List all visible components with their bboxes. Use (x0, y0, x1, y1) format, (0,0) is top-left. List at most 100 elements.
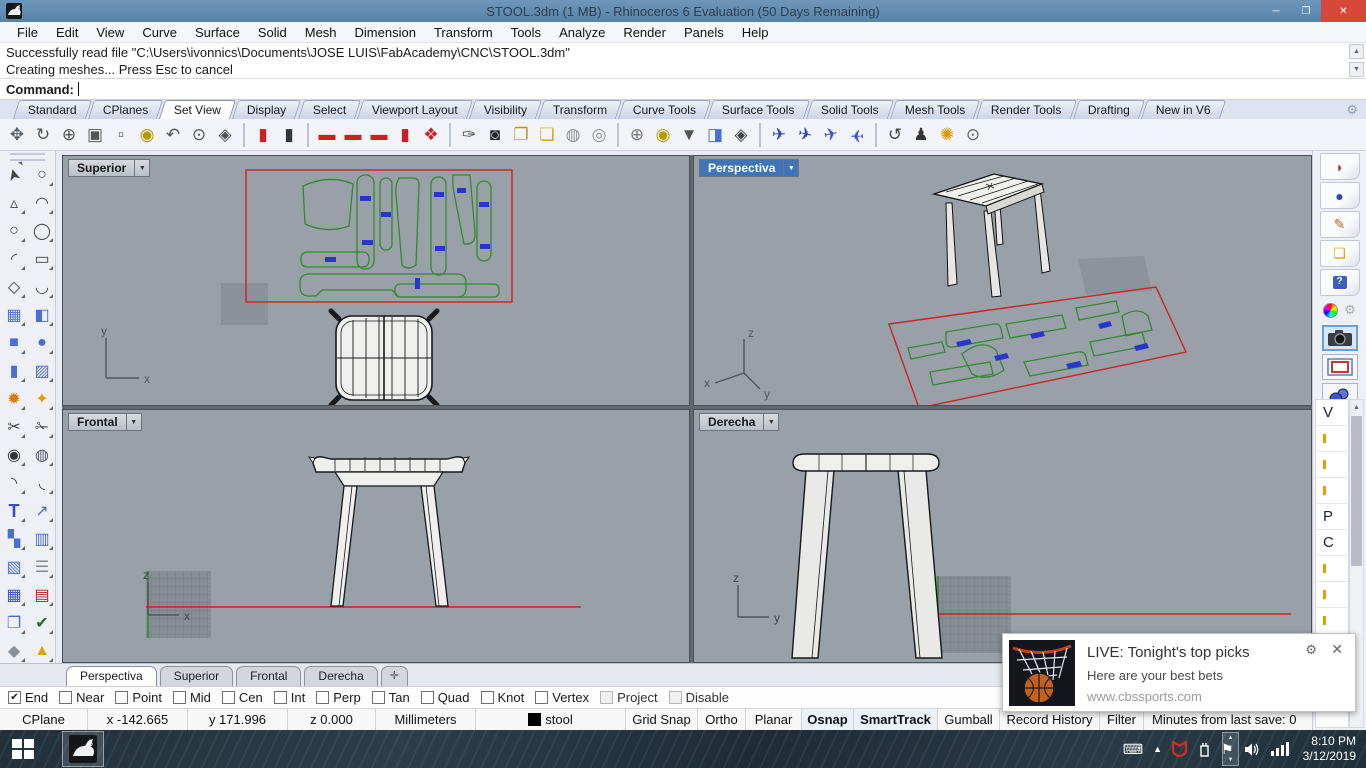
sphere-tool-icon[interactable]: ● (28, 329, 56, 357)
extrude-straight-icon[interactable]: ☰ (28, 553, 56, 581)
scroll-up-icon[interactable]: ▲ (1350, 400, 1363, 415)
checkbox-box[interactable] (8, 691, 21, 704)
wallpaper-button[interactable] (1321, 354, 1358, 380)
basketball-image[interactable] (1009, 640, 1075, 706)
boolean-difference-icon[interactable]: ◍ (28, 441, 56, 469)
checkbox-box[interactable] (59, 691, 73, 704)
two-point-perspective-icon[interactable]: ◎ (586, 122, 612, 148)
viewport-capture-camera-icon[interactable]: ◙ (482, 122, 508, 148)
sun-light-icon[interactable]: ✺ (934, 122, 960, 148)
cone-tool-icon[interactable]: ▲ (28, 637, 56, 665)
zoom-window-icon[interactable]: ▣ (82, 122, 108, 148)
polygon-tool-icon[interactable]: ◇ (0, 273, 28, 301)
menu-item[interactable]: Tools (502, 23, 550, 42)
arrange-blocks-icon[interactable]: ▚ (0, 525, 28, 553)
osnap-checkbox[interactable]: Disable (668, 690, 729, 705)
help-panel-tab[interactable]: ? (1319, 269, 1360, 296)
ad-settings-icon[interactable]: ⚙ (1305, 642, 1317, 658)
select-arrow-icon[interactable]: ➤ (0, 158, 31, 192)
menu-item[interactable]: Transform (425, 23, 502, 42)
osnap-checkbox[interactable]: End (8, 690, 48, 705)
menu-item[interactable]: Edit (47, 23, 87, 42)
scroll-down-icon[interactable]: ▼ (1349, 62, 1364, 77)
checkbox-box[interactable] (420, 691, 434, 704)
minimize-button[interactable]: ─ (1261, 0, 1291, 22)
mcafee-shield-icon[interactable] (1172, 741, 1188, 757)
notification-popup[interactable]: LIVE: Tonight's top picks Here are your … (1002, 633, 1356, 712)
layouts-folder-icon[interactable]: ❏ (534, 122, 560, 148)
show-camera-frustum-icon[interactable]: ◈ (728, 122, 754, 148)
menu-item[interactable]: Analyze (550, 23, 614, 42)
patch-surface-icon[interactable]: ▨ (28, 357, 56, 385)
named-views-icon[interactable]: ✑ (456, 122, 482, 148)
toolbar-tab[interactable]: Mesh Tools (889, 100, 981, 119)
surface-from-points-icon[interactable]: ▦ (0, 301, 28, 329)
superior-canvas[interactable]: y x (63, 156, 690, 406)
ellipse-tool-icon[interactable]: ◯ (28, 217, 56, 245)
viewport-frontal-title[interactable]: Frontal ▼ (68, 413, 142, 431)
menu-item[interactable]: Panels (675, 23, 733, 42)
property-row[interactable]: P (1316, 504, 1348, 530)
command-input[interactable]: Command: (0, 79, 1366, 100)
zoom-dynamic-icon[interactable]: ⊕ (56, 122, 82, 148)
plane-back-view-icon[interactable]: ✈ (844, 122, 870, 148)
toolbar-tab[interactable]: Set View (158, 100, 237, 119)
property-row[interactable] (1316, 556, 1348, 582)
toolbar-tab[interactable]: Visibility (468, 100, 542, 119)
status-cell[interactable]: x -142.665 (88, 709, 188, 730)
toolbar-tab[interactable]: New in V6 (1140, 100, 1226, 119)
menu-item[interactable]: File (8, 23, 47, 42)
status-cell[interactable]: y 171.996 (188, 709, 288, 730)
checkbox-box[interactable] (115, 691, 129, 704)
set-view-front-car-icon[interactable]: ▮ (250, 122, 276, 148)
status-cell[interactable]: Ortho (698, 709, 746, 730)
status-cell[interactable]: SmartTrack (854, 709, 938, 730)
camera-viewport-icon[interactable]: ◨ (702, 122, 728, 148)
toolbar-tab[interactable]: Display (232, 100, 302, 119)
viewport-superior[interactable]: Superior ▼ y x (62, 155, 690, 406)
status-cell[interactable]: Filter (1100, 709, 1144, 730)
menu-item[interactable]: Mesh (296, 23, 346, 42)
curve-tool-icon[interactable]: ◠ (28, 189, 56, 217)
extrude-surface-icon[interactable]: ▧ (0, 553, 28, 581)
zoom-selected-icon[interactable]: ◉ (134, 122, 160, 148)
osnap-checkbox[interactable]: Vertex (535, 690, 589, 705)
set-view-perspective-car-icon[interactable]: ❖ (418, 122, 444, 148)
save-view-icon[interactable]: ❐ (508, 122, 534, 148)
scrollbar-thumb[interactable] (1351, 416, 1362, 566)
move-tool-icon[interactable]: ↗ (28, 497, 56, 525)
osnap-checkbox[interactable]: Perp (316, 690, 361, 705)
power-icon[interactable] (1197, 742, 1211, 757)
perspectiva-canvas[interactable]: z x y (694, 156, 1312, 406)
viewport-perspectiva-title[interactable]: Perspectiva ▼ (699, 159, 800, 177)
osnap-checkbox[interactable]: Project (600, 690, 658, 705)
toolbar-tab[interactable]: Solid Tools (805, 100, 894, 119)
status-cell[interactable]: Gumball (938, 709, 1000, 730)
menu-item[interactable]: Help (733, 23, 778, 42)
property-row[interactable]: V (1316, 400, 1348, 426)
viewport-menu-arrow-icon[interactable]: ▼ (126, 413, 142, 431)
plane-bottom-view-icon[interactable]: ✈ (790, 119, 821, 150)
solid-union-icon[interactable]: ◆ (0, 637, 28, 665)
panel-gear-icon[interactable]: ⚙ (1344, 302, 1356, 318)
trim-tool-icon[interactable]: ✂ (0, 413, 28, 441)
orient-tool-icon[interactable]: ▥ (28, 525, 56, 553)
status-cell[interactable]: z 0.000 (288, 709, 376, 730)
viewport-derecha-title[interactable]: Derecha ▼ (699, 413, 780, 431)
checkbox-box[interactable] (221, 691, 235, 704)
menu-item[interactable]: Surface (186, 23, 249, 42)
array-linear-icon[interactable]: ▤ (28, 581, 56, 609)
volume-icon[interactable] (1244, 742, 1261, 757)
property-row[interactable] (1316, 608, 1348, 634)
loft-surface-icon[interactable]: ◧ (28, 301, 56, 329)
status-cell[interactable]: Millimeters (376, 709, 476, 730)
shaded-sphere-icon[interactable]: ◍ (560, 122, 586, 148)
add-viewport-tab-button[interactable]: ✛ (380, 666, 408, 686)
check-tool-icon[interactable]: ✔ (28, 609, 56, 637)
toolbar-tab[interactable]: Transform (537, 100, 623, 119)
notes-panel-tab[interactable]: ✎ (1319, 211, 1360, 238)
osnap-checkbox[interactable]: Knot (480, 690, 524, 705)
property-row[interactable] (1316, 426, 1348, 452)
viewport-tab[interactable]: Frontal (236, 666, 302, 686)
cylinder-tool-icon[interactable]: ▮ (0, 357, 28, 385)
